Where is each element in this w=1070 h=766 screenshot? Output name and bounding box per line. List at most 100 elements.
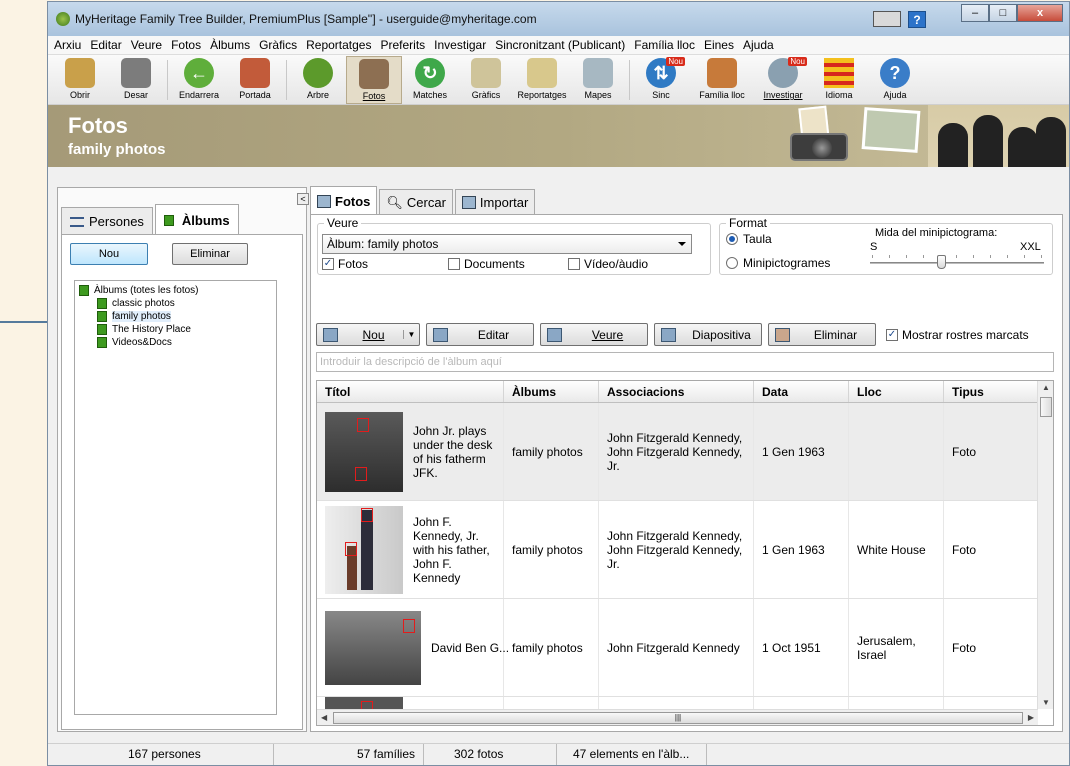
matches-button[interactable]: ↻ Matches bbox=[402, 56, 458, 104]
open-button[interactable]: Obrir bbox=[52, 56, 108, 104]
slider-thumb[interactable] bbox=[937, 255, 946, 269]
page-title: Fotos bbox=[68, 113, 128, 138]
menu-albums[interactable]: Àlbums bbox=[210, 38, 250, 52]
scrollbar-thumb[interactable]: ||| bbox=[333, 712, 1023, 724]
help-button[interactable]: ? Ajuda bbox=[867, 56, 923, 104]
tree-item-videos-docs[interactable]: Videos&Docs bbox=[79, 336, 272, 349]
video-audio-checkbox[interactable]: Vídeo/àudio bbox=[568, 257, 648, 271]
size-max-label: XXL bbox=[1020, 241, 1041, 253]
menu-tools[interactable]: Eines bbox=[704, 38, 734, 52]
photos-checkbox[interactable]: ✓ Fotos bbox=[322, 257, 368, 271]
col-albums[interactable]: Àlbums bbox=[504, 381, 599, 402]
home-button[interactable]: Portada bbox=[227, 56, 283, 104]
table-row[interactable]: John Jr. plays under the desk of his fat… bbox=[317, 403, 1038, 501]
menu-reports[interactable]: Reportatges bbox=[306, 38, 371, 52]
tab-albums[interactable]: Àlbums bbox=[154, 204, 239, 235]
menu-favorites[interactable]: Preferits bbox=[380, 38, 425, 52]
album-description-input[interactable]: Introduir la descripció de l'àlbum aquí bbox=[316, 352, 1054, 372]
charts-button[interactable]: Gràfics bbox=[458, 56, 514, 104]
tree-item-family-photos[interactable]: family photos bbox=[79, 310, 272, 323]
tree-button[interactable]: Arbre bbox=[290, 56, 346, 104]
window-title: MyHeritage Family Tree Builder, PremiumP… bbox=[75, 12, 537, 26]
research-button[interactable]: Investigar Nou bbox=[755, 56, 811, 104]
family-site-button[interactable]: Família lloc bbox=[689, 56, 755, 104]
table-row[interactable]: David Ben G... family photos John Fitzge… bbox=[317, 599, 1038, 697]
menu-research[interactable]: Investigar bbox=[434, 38, 486, 52]
col-place[interactable]: Lloc bbox=[849, 381, 944, 402]
vertical-scrollbar[interactable]: ▲ ▼ bbox=[1037, 381, 1053, 709]
close-button[interactable]: x bbox=[1017, 4, 1063, 22]
table-radio[interactable]: Taula bbox=[726, 232, 772, 246]
scroll-down-icon[interactable]: ▼ bbox=[1042, 698, 1050, 707]
menu-help[interactable]: Ajuda bbox=[743, 38, 774, 52]
documents-checkbox[interactable]: Documents bbox=[448, 257, 525, 271]
dropdown-arrow-icon[interactable]: ▼ bbox=[403, 330, 419, 339]
app-window: MyHeritage Family Tree Builder, PremiumP… bbox=[47, 1, 1070, 766]
menu-charts[interactable]: Gràfics bbox=[259, 38, 297, 52]
menu-sync[interactable]: Sincronitzant (Publicant) bbox=[495, 38, 625, 52]
col-title[interactable]: Títol bbox=[317, 381, 504, 402]
view-button[interactable]: Veure bbox=[540, 323, 648, 346]
save-button[interactable]: Desar bbox=[108, 56, 164, 104]
language-button[interactable]: Idioma bbox=[811, 56, 867, 104]
scroll-right-icon[interactable]: ▶ bbox=[1028, 713, 1034, 722]
tab-import[interactable]: Importar bbox=[454, 189, 536, 215]
status-people: 167 persones bbox=[48, 744, 274, 765]
maps-button[interactable]: Mapes bbox=[570, 56, 626, 104]
menu-file[interactable]: Arxiu bbox=[54, 38, 81, 52]
col-associations[interactable]: Associacions bbox=[599, 381, 754, 402]
thumb-size-slider[interactable] bbox=[870, 262, 1044, 264]
tab-photos[interactable]: Fotos bbox=[310, 186, 378, 215]
collapse-panel-button[interactable]: < bbox=[297, 193, 309, 205]
album-icon bbox=[79, 285, 89, 296]
reports-button[interactable]: Reportatges bbox=[514, 56, 570, 104]
menu-view[interactable]: Veure bbox=[131, 38, 162, 52]
album-icon bbox=[97, 324, 107, 335]
table-header: Títol Àlbums Associacions Data Lloc Tipu… bbox=[317, 381, 1038, 403]
catalan-flag-icon bbox=[824, 58, 854, 88]
tab-search[interactable]: 🔍︎ Cercar bbox=[379, 189, 453, 215]
tree-item-history-place[interactable]: The History Place bbox=[79, 323, 272, 336]
horizontal-scrollbar[interactable]: ◀ ||| ▶ bbox=[317, 709, 1038, 725]
col-date[interactable]: Data bbox=[754, 381, 849, 402]
scroll-left-icon[interactable]: ◀ bbox=[321, 713, 327, 722]
menu-family-site[interactable]: Família lloc bbox=[634, 38, 695, 52]
slideshow-icon bbox=[661, 327, 676, 342]
scroll-up-icon[interactable]: ▲ bbox=[1042, 383, 1050, 392]
album-select[interactable]: Àlbum: family photos bbox=[322, 234, 692, 254]
edit-button[interactable]: Editar bbox=[426, 323, 534, 346]
people-list-icon bbox=[70, 216, 84, 227]
face-tag bbox=[403, 618, 415, 633]
back-button[interactable]: ← Endarrera bbox=[171, 56, 227, 104]
tab-people[interactable]: Persones bbox=[61, 207, 153, 235]
album-tree: Àlbums (totes les fotos) classic photos … bbox=[74, 280, 277, 715]
tree-root[interactable]: Àlbums (totes les fotos) bbox=[79, 284, 272, 297]
new-photo-button[interactable]: Nou ▼ bbox=[316, 323, 420, 346]
status-families: 57 famílies bbox=[274, 744, 424, 765]
page-banner: Fotos family photos bbox=[48, 105, 1069, 167]
status-photos: 302 fotos bbox=[424, 744, 557, 765]
floppy-icon bbox=[121, 58, 151, 88]
photos-button[interactable]: Fotos bbox=[346, 56, 402, 104]
thumbnails-radio[interactable]: Minipictogrames bbox=[726, 256, 830, 270]
help-icon[interactable]: ? bbox=[908, 11, 926, 28]
maximize-button[interactable]: □ bbox=[989, 4, 1017, 22]
table-row[interactable]: John F. Kennedy, Jr. with his father, Jo… bbox=[317, 501, 1038, 599]
col-type[interactable]: Tipus bbox=[944, 381, 1038, 402]
sync-button[interactable]: ⇅ Sinc Nou bbox=[633, 56, 689, 104]
menu-edit[interactable]: Editar bbox=[90, 38, 121, 52]
tree-icon bbox=[303, 58, 333, 88]
delete-album-button[interactable]: Eliminar bbox=[172, 243, 248, 265]
scrollbar-thumb[interactable] bbox=[1040, 397, 1052, 417]
new-album-button[interactable]: Nou bbox=[70, 243, 148, 265]
menu-photos[interactable]: Fotos bbox=[171, 38, 201, 52]
title-bar: MyHeritage Family Tree Builder, PremiumP… bbox=[48, 2, 1069, 36]
show-faces-checkbox[interactable]: ✓ Mostrar rostres marcats bbox=[886, 328, 1029, 342]
delete-button[interactable]: Eliminar bbox=[768, 323, 876, 346]
keyboard-icon[interactable] bbox=[873, 11, 901, 27]
map-icon bbox=[583, 58, 613, 88]
minimize-button[interactable]: – bbox=[961, 4, 989, 22]
view-group: Veure Àlbum: family photos ✓ Fotos Docume… bbox=[317, 216, 711, 275]
tree-item-classic-photos[interactable]: classic photos bbox=[79, 297, 272, 310]
slideshow-button[interactable]: Diapositiva bbox=[654, 323, 762, 346]
